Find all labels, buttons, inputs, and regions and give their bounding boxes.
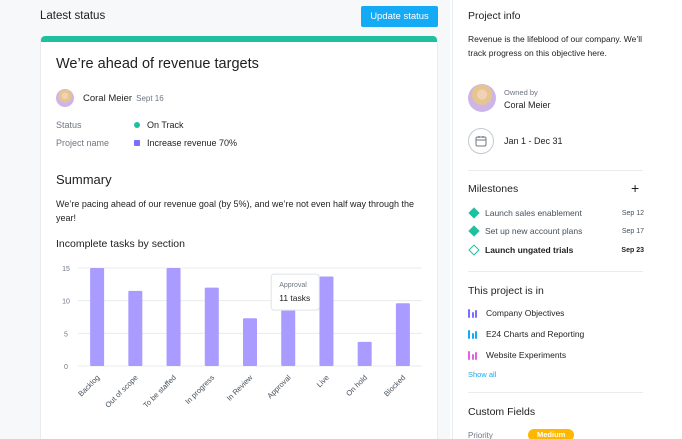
project-link[interactable]: Company Objectives [468, 306, 643, 320]
chart-bars-icon [468, 350, 477, 360]
milestone-complete-icon[interactable] [468, 207, 480, 219]
milestone-date: Sep 12 [621, 209, 644, 217]
milestone-date: Sep 23 [621, 246, 644, 254]
incomplete-tasks-chart: 051015Backlog Out of scope To be staffed In… [62, 266, 422, 410]
status-value: On Track [134, 120, 184, 130]
calendar-icon [468, 128, 494, 154]
x-tick-label: Out of scope [103, 373, 139, 409]
milestone-item[interactable]: Set up new account plans Sep 17 [468, 224, 644, 238]
milestone-incomplete-icon[interactable] [468, 244, 480, 256]
x-tick-label: To be staffed [141, 373, 178, 410]
milestone-label: Launch ungated trials [485, 245, 574, 255]
milestone-item[interactable]: Launch ungated trials Sep 23 [468, 243, 644, 257]
divider [468, 170, 643, 171]
status-dot-icon [134, 122, 140, 128]
milestone-label: Set up new account plans [485, 226, 583, 236]
bar [128, 290, 143, 366]
x-tick-label: Backlog [76, 373, 101, 398]
status-card: We’re ahead of revenue targets Coral Mei… [40, 36, 438, 439]
projects-title: This project is in [468, 285, 544, 297]
bar [204, 287, 219, 366]
show-all-link[interactable]: Show all [468, 370, 496, 379]
owner-name: Coral Meier [504, 100, 551, 110]
chart-heading: Incomplete tasks by section [56, 238, 185, 250]
status-author: Coral Meier Sept 16 [56, 88, 164, 108]
update-status-button[interactable]: Update status [361, 6, 438, 27]
post-date: Sept 16 [136, 93, 164, 103]
project-date-range[interactable]: Jan 1 - Dec 31 [468, 128, 563, 154]
x-tick-label: Live [315, 373, 331, 389]
owner-label: Owned by [504, 88, 538, 97]
milestone-date: Sep 17 [621, 227, 644, 235]
project-info-title: Project info [468, 10, 521, 22]
status-header: Latest status Update status [40, 6, 438, 32]
status-title: We’re ahead of revenue targets [56, 56, 259, 72]
summary-heading: Summary [56, 172, 112, 187]
author-name[interactable]: Coral Meier [83, 93, 132, 104]
status-color-bar [41, 36, 437, 42]
priority-badge[interactable]: Medium [528, 429, 575, 439]
project-link-label: Company Objectives [486, 308, 565, 318]
date-range-text: Jan 1 - Dec 31 [504, 136, 563, 146]
status-text: On Track [147, 120, 184, 130]
project-info-panel: Project info Revenue is the lifeblood of… [452, 0, 682, 439]
project-link-label: Website Experiments [486, 350, 567, 360]
bar [166, 268, 181, 366]
bar [243, 318, 257, 366]
divider [468, 271, 643, 272]
status-panel: Latest status Update status We’re ahead … [0, 0, 450, 439]
avatar [468, 84, 496, 112]
project-name-text: Increase revenue 70% [147, 138, 238, 148]
milestones-title: Milestones [468, 183, 519, 195]
chart-bars-icon [468, 308, 477, 318]
chart-bars-icon [468, 329, 477, 339]
x-tick-label: In progress [183, 373, 216, 406]
bar [90, 268, 105, 366]
bar [395, 303, 410, 366]
x-tick-label: Approval [265, 373, 293, 401]
y-tick-label: 0 [64, 364, 68, 371]
milestone-label: Launch sales enablement [485, 208, 582, 218]
custom-fields-title: Custom Fields [468, 406, 536, 418]
project-description[interactable]: Revenue is the lifeblood of our company.… [468, 32, 643, 60]
chart-tooltip [270, 273, 320, 311]
milestone-item[interactable]: Launch sales enablement Sep 12 [468, 206, 644, 220]
project-owner[interactable]: Owned by Coral Meier [468, 84, 668, 114]
avatar[interactable] [56, 89, 74, 107]
status-label: Status [56, 120, 82, 130]
y-tick-label: 10 [62, 299, 70, 306]
project-name-label: Project name [56, 138, 110, 148]
milestone-complete-icon[interactable] [468, 225, 480, 237]
y-tick-label: 15 [62, 266, 70, 273]
bar [357, 341, 372, 366]
panel-title: Latest status [40, 10, 106, 22]
priority-field: Priority Medium [468, 429, 643, 439]
x-tick-label: In Review [225, 373, 255, 403]
project-link[interactable]: E24 Charts and Reporting [468, 327, 643, 341]
tooltip-label: Approval [279, 282, 307, 289]
divider [468, 392, 643, 393]
bar [319, 276, 334, 366]
x-tick-label: Blocked [382, 373, 407, 398]
summary-text: We’re pacing ahead of our revenue goal (… [56, 199, 415, 223]
tooltip-value: 11 tasks [279, 293, 310, 303]
project-link-label: E24 Charts and Reporting [486, 329, 585, 339]
add-milestone-icon[interactable]: + [631, 181, 639, 195]
project-name-value[interactable]: Increase revenue 70% [134, 138, 237, 148]
y-tick-label: 5 [64, 331, 68, 338]
x-tick-label: On hold [344, 373, 369, 398]
priority-label: Priority [468, 431, 493, 439]
project-link[interactable]: Website Experiments [468, 348, 643, 362]
project-color-icon [134, 140, 140, 146]
